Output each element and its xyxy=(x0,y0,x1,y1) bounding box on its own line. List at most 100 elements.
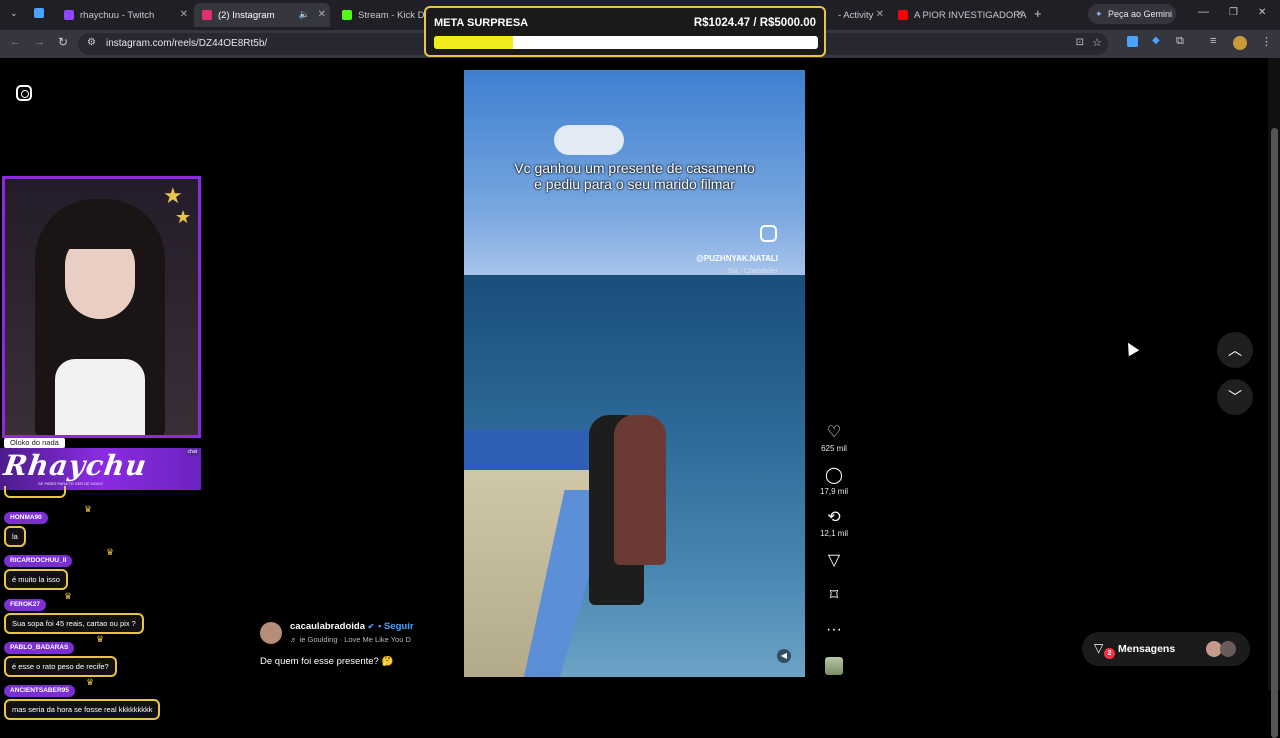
share-button[interactable]: ▽ xyxy=(816,552,852,570)
caption-line: Vc ganhou um presente de casamento xyxy=(514,160,755,176)
save-button[interactable]: ⌑ xyxy=(816,587,852,605)
chat-text: é esse o rato peso de recife? xyxy=(4,656,117,677)
messages-button[interactable]: ▽ 2 Mensagens xyxy=(1082,632,1250,666)
gemini-label: Peça ao Gemini xyxy=(1108,9,1173,19)
more-options-button[interactable]: ··· xyxy=(816,621,852,639)
crown-icon: ♛ xyxy=(84,504,93,514)
close-icon[interactable]: ✕ xyxy=(1016,9,1024,20)
comment-button[interactable]: ◯ 17,9 mil xyxy=(816,467,852,496)
instagram-icon xyxy=(202,10,212,20)
forward-icon[interactable]: → xyxy=(34,36,45,48)
new-tab-icon[interactable]: + xyxy=(1034,6,1042,21)
chat-text: é muito la isso xyxy=(4,569,68,590)
webcam-bangs xyxy=(60,219,140,249)
comment-count: 17,9 mil xyxy=(819,487,848,496)
goal-progress-fill xyxy=(434,36,513,49)
back-icon[interactable]: ← xyxy=(10,36,21,48)
chat-message: PABLO_BADARAS ♛ é esse o rato peso de re… xyxy=(4,634,117,677)
twitch-icon xyxy=(64,10,74,20)
more-icon: ··· xyxy=(826,621,842,638)
close-icon[interactable]: ✕ xyxy=(876,9,884,20)
close-icon[interactable]: ✕ xyxy=(318,9,326,20)
banner-chat-tag: chat xyxy=(185,448,199,456)
extension-diamond-icon[interactable]: ◆ xyxy=(1152,35,1160,46)
like-button[interactable]: ♡ 625 mil xyxy=(816,424,852,453)
chat-username: PABLO_BADARAS xyxy=(4,642,75,654)
install-app-icon[interactable]: ⊡ xyxy=(1076,37,1084,48)
reel-caption-overlay: Vc ganhou um presente de casamento e ped… xyxy=(464,160,805,192)
author-handle[interactable]: cacaulabradoida xyxy=(290,621,365,632)
tab-twitch[interactable]: rhaychuu - Twitch ✕ xyxy=(56,3,192,27)
scrollbar-thumb[interactable] xyxy=(1271,128,1278,738)
share-icon: ▽ xyxy=(827,552,841,569)
reel-video[interactable]: Vc ganhou um presente de casamento e ped… xyxy=(464,70,805,677)
goal-progress-bar xyxy=(434,36,818,49)
video-cloud xyxy=(554,125,624,155)
close-icon[interactable]: ✕ xyxy=(180,9,188,20)
crown-icon: ♛ xyxy=(86,677,95,687)
tab-label: rhaychuu - Twitch xyxy=(80,9,155,21)
alert-tag: Oloko do nada xyxy=(4,438,65,448)
youtube-icon xyxy=(898,10,908,20)
chat-username: ANCIENTSABER95 xyxy=(4,685,75,697)
tab-activity[interactable]: - Activity ✕ xyxy=(834,3,888,27)
restore-icon[interactable]: ❐ xyxy=(1229,7,1238,18)
chat-username: RICARDOCHUU_II xyxy=(4,555,73,567)
watermark-handle: @PUZHNYAK.NATALI xyxy=(696,254,778,263)
audio-track[interactable]: ♬ ie Goulding · Love Me Like You D xyxy=(290,635,411,644)
tab-instagram[interactable]: (2) Instagram 🔈 ✕ xyxy=(194,3,330,27)
tab-search-icon[interactable]: ⌄ xyxy=(10,8,18,19)
reload-icon[interactable]: ↻ xyxy=(58,35,68,49)
scrollbar[interactable] xyxy=(1268,58,1280,738)
webcam-shirt xyxy=(55,359,145,435)
next-reel-button[interactable]: ﹀ xyxy=(1217,379,1253,415)
download-icon[interactable] xyxy=(1127,36,1138,47)
like-count: 625 mil xyxy=(821,444,847,453)
chat-text: mas seria da hora se fosse real kkkkkkkk… xyxy=(4,699,161,720)
instagram-logo-icon[interactable] xyxy=(16,85,32,101)
previous-reel-button[interactable]: ︿ xyxy=(1217,332,1253,368)
pinned-tab-icon[interactable] xyxy=(34,8,44,18)
donation-goal-overlay: META SURPRESA R$1024.47 / R$5000.00 xyxy=(424,6,826,57)
chat-message: RICARDOCHUU_II ♛ é muito la isso xyxy=(4,547,114,590)
speaker-icon[interactable]: 🔈 xyxy=(299,9,310,20)
crown-icon: ♛ xyxy=(96,634,105,644)
chat-message: FEROK27 ♛ Sua sopa foi 45 reais, cartao … xyxy=(4,591,144,634)
site-info-icon[interactable]: ⚙ xyxy=(87,37,96,48)
repost-button[interactable]: ⟲ 12,1 mil xyxy=(816,509,852,538)
chat-username: HONMA90 xyxy=(4,512,48,524)
bookmark-star-icon[interactable]: ☆ xyxy=(1092,36,1102,49)
star-icon: ★ xyxy=(175,207,192,227)
repost-count: 12,1 mil xyxy=(819,529,848,538)
profile-avatar[interactable] xyxy=(1233,36,1247,50)
watermark-instagram-icon xyxy=(760,225,777,242)
tab-kick[interactable]: Stream - Kick Dash xyxy=(334,3,426,27)
author-name[interactable]: cacaulabradoida ✔ xyxy=(290,621,374,632)
mute-icon[interactable]: ◀ xyxy=(777,649,791,663)
tab-label: (2) Instagram xyxy=(218,9,275,21)
post-caption: De quem foi esse presente? 🤔 xyxy=(260,656,394,667)
close-window-icon[interactable]: ✕ xyxy=(1258,7,1266,18)
chat-username: FEROK27 xyxy=(4,599,46,611)
menu-icon[interactable]: ⋮ xyxy=(1261,35,1272,48)
caption-line: e pediu para o seu marido filmar xyxy=(534,176,735,192)
streamer-name-banner: Rhaychu SE PAREI PARA TE VER DE NOVO cha… xyxy=(0,448,201,490)
heart-icon: ♡ xyxy=(826,424,842,441)
author-avatar[interactable] xyxy=(260,622,282,644)
chat-partial-bubble xyxy=(4,486,66,498)
tab-label: - Activity xyxy=(838,9,874,21)
messages-badge: 2 xyxy=(1104,648,1115,659)
url-text[interactable]: instagram.com/reels/DZ44OE8Rt5b/ xyxy=(106,38,267,49)
bookmark-icon: ⌑ xyxy=(829,587,839,604)
audio-thumbnail[interactable] xyxy=(825,657,843,675)
extensions-icon[interactable]: ⧉ xyxy=(1176,35,1184,48)
media-controls-icon[interactable]: ≡ xyxy=(1210,35,1216,47)
tab-youtube[interactable]: A PIOR INVESTIGADORA ✕ xyxy=(892,3,1028,27)
minimize-icon[interactable]: — xyxy=(1198,6,1209,18)
streamer-name: Rhaychu xyxy=(1,449,150,482)
crown-icon: ♛ xyxy=(64,591,73,601)
kick-icon xyxy=(342,10,352,20)
follow-button[interactable]: • Seguir xyxy=(378,621,414,632)
gemini-button[interactable]: ✦ Peça ao Gemini xyxy=(1088,4,1176,24)
crown-icon: ♛ xyxy=(106,547,115,557)
